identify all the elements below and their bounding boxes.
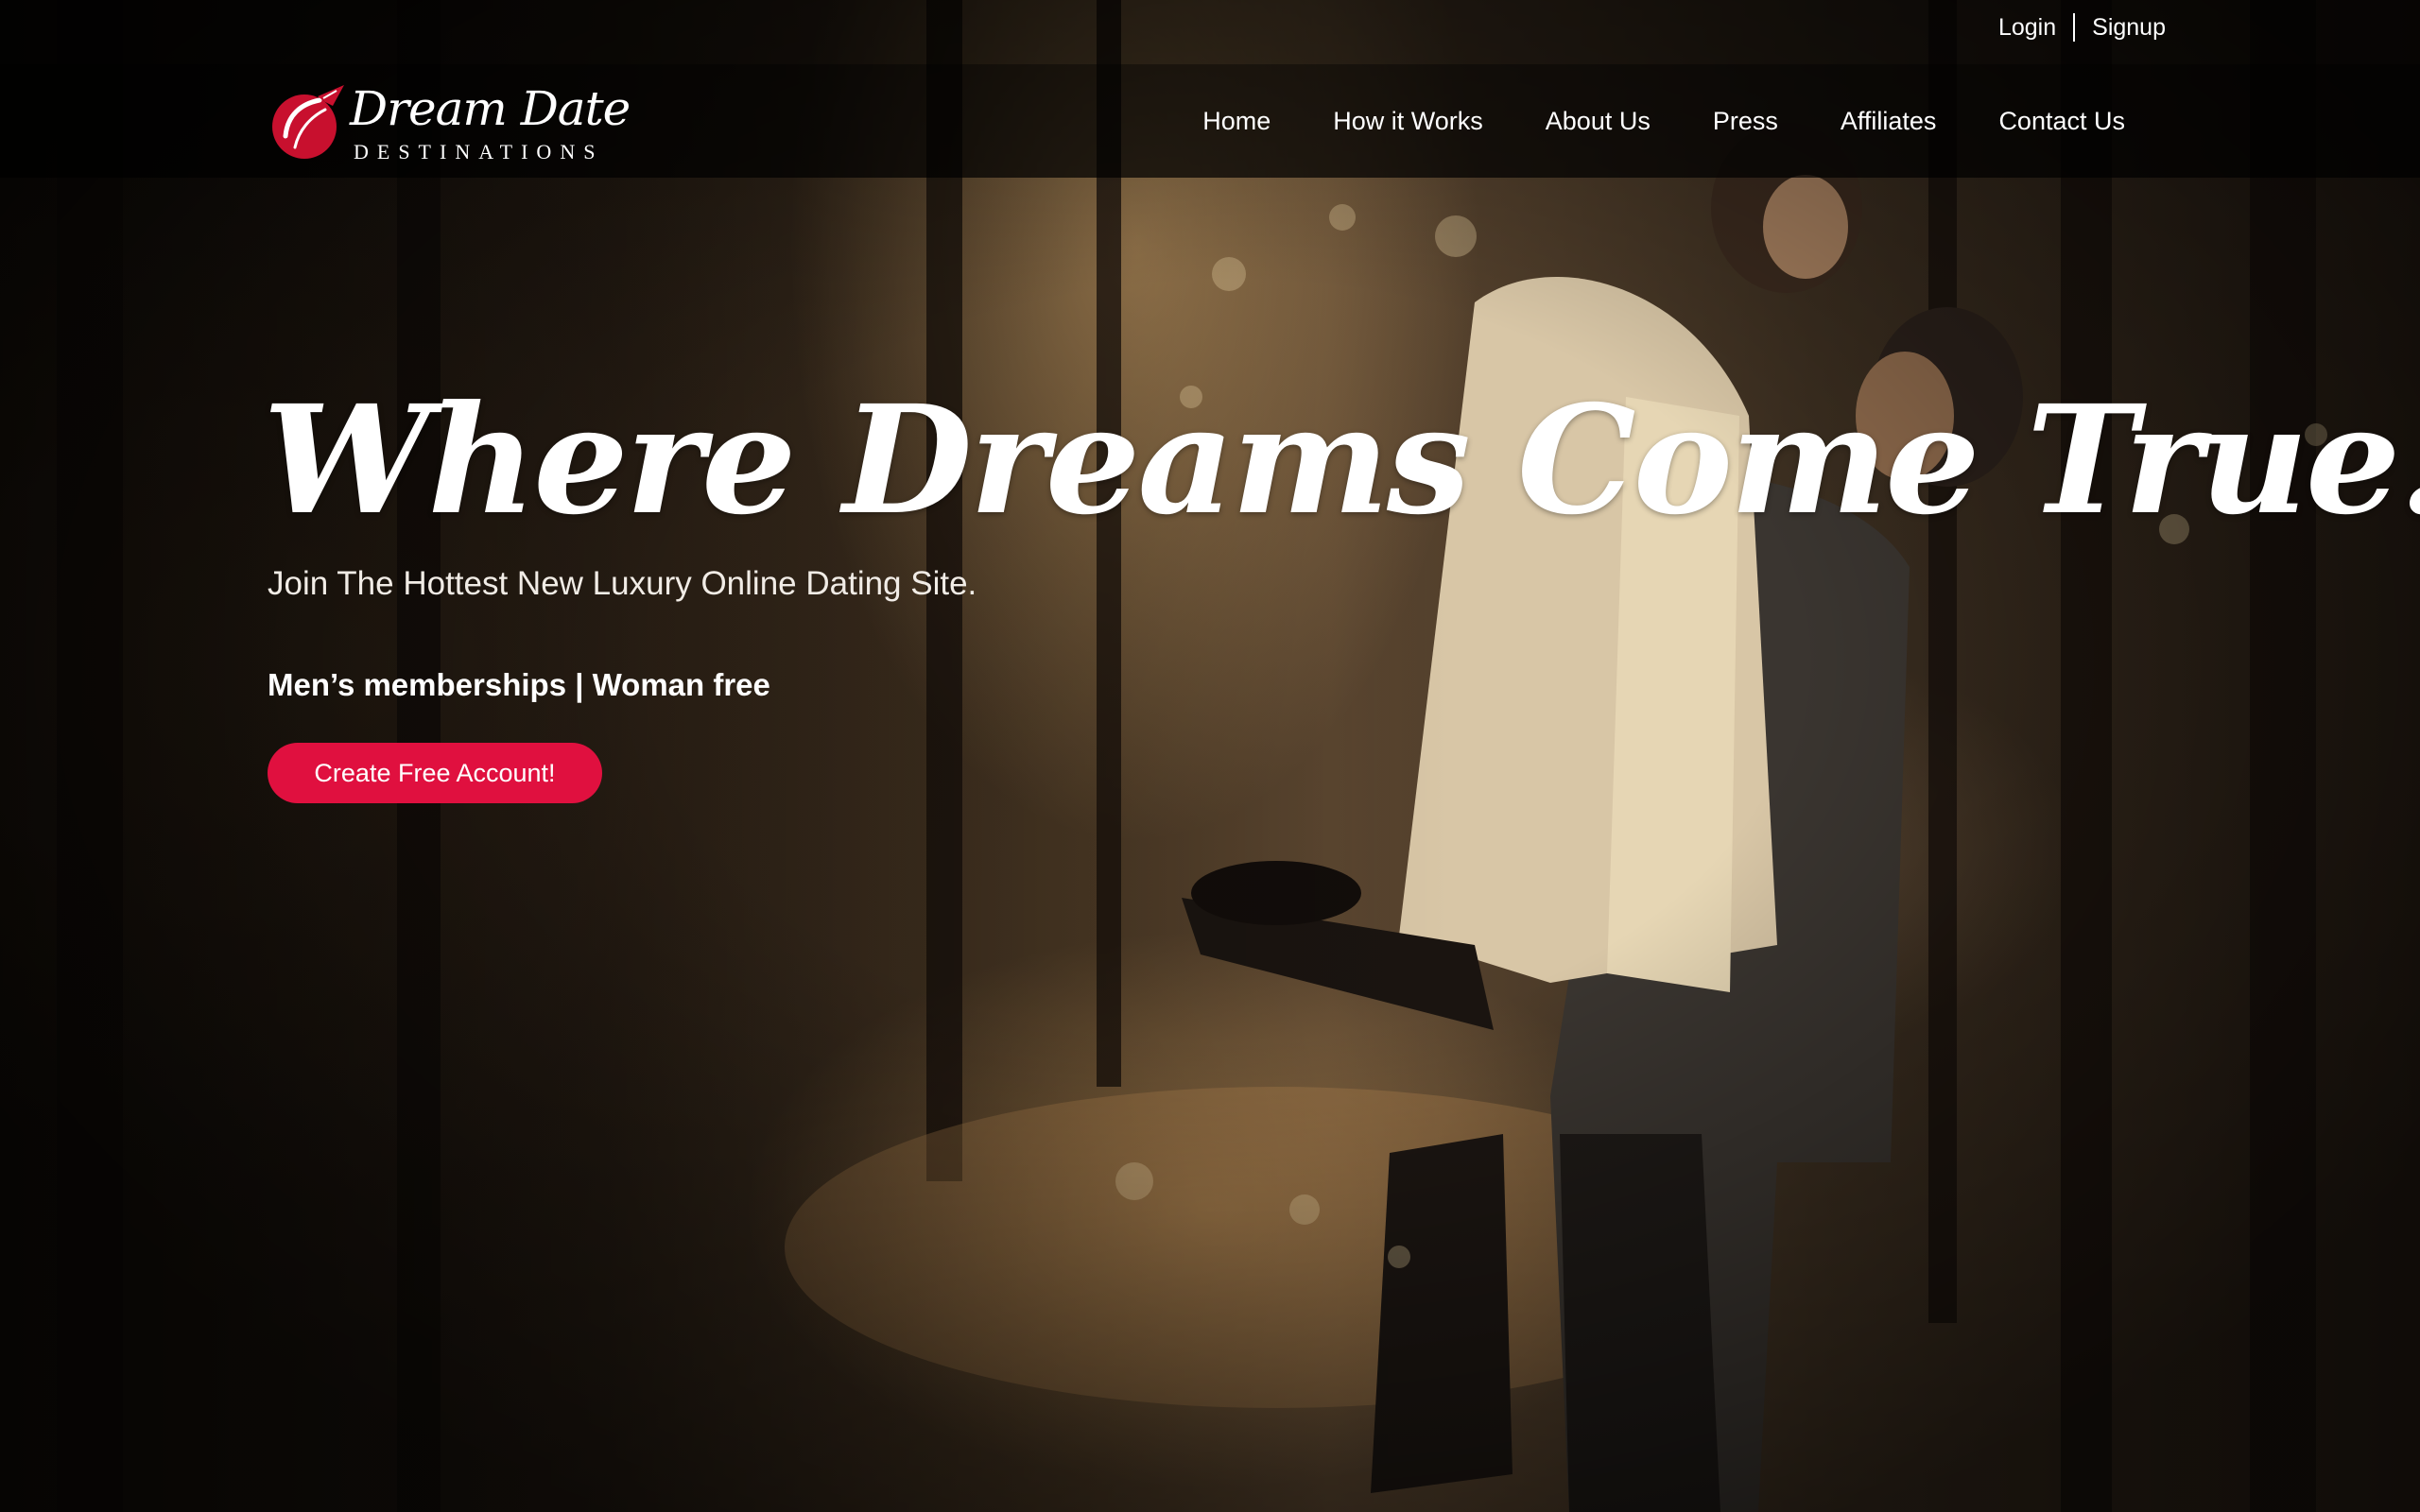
hero-subtitle: Join The Hottest New Luxury Online Datin…	[268, 565, 977, 602]
signup-link[interactable]: Signup	[2092, 14, 2166, 42]
nav-item-about-us[interactable]: About Us	[1546, 107, 1651, 136]
hero-title: Where Dreams Come True.	[263, 373, 2420, 548]
account-links-divider	[2073, 13, 2076, 42]
page: Login Signup Dream Date DESTINATIONS Hom…	[0, 0, 2420, 1512]
create-free-account-button[interactable]: Create Free Account!	[268, 743, 602, 803]
top-utility-bar: Login Signup	[0, 0, 2420, 64]
membership-note: Men’s memberships | Woman free	[268, 667, 770, 702]
login-link[interactable]: Login	[1998, 14, 2056, 42]
logo-tagline: DESTINATIONS	[354, 140, 604, 163]
site-logo[interactable]: Dream Date DESTINATIONS	[267, 77, 631, 168]
nav-item-home[interactable]: Home	[1202, 107, 1270, 136]
heart-airplane-logo-icon	[272, 85, 344, 159]
nav-item-contact-us[interactable]: Contact Us	[1998, 107, 2125, 136]
main-navbar: Dream Date DESTINATIONS Home How it Work…	[0, 64, 2420, 178]
nav-item-how-it-works[interactable]: How it Works	[1333, 107, 1483, 136]
primary-nav: Home How it Works About Us Press Affilia…	[1202, 64, 2125, 178]
logo-wordmark: Dream Date	[350, 81, 631, 136]
account-links: Login Signup	[1998, 13, 2166, 42]
nav-item-affiliates[interactable]: Affiliates	[1841, 107, 1937, 136]
nav-item-press[interactable]: Press	[1713, 107, 1778, 136]
